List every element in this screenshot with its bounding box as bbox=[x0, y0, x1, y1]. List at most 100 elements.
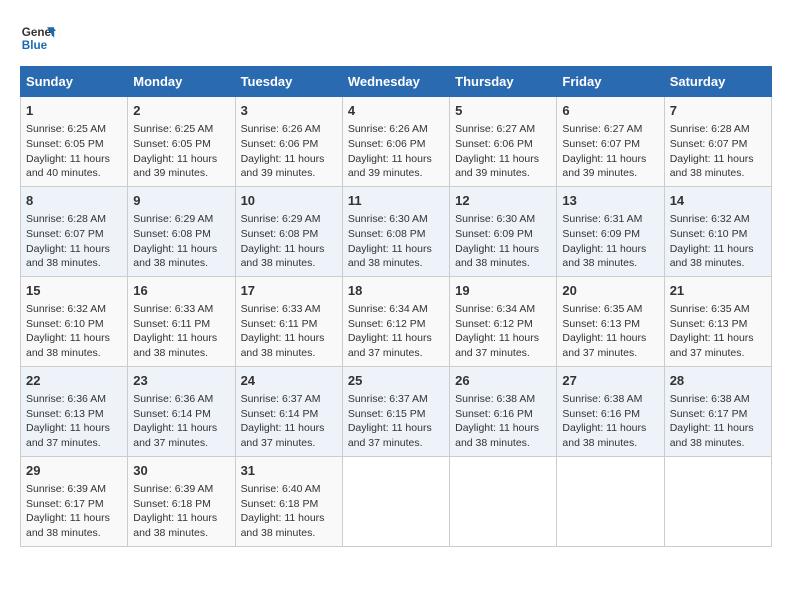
day-info: Daylight: 11 hours bbox=[670, 421, 766, 436]
col-header-thursday: Thursday bbox=[450, 67, 557, 97]
day-info: Sunset: 6:13 PM bbox=[26, 407, 122, 422]
day-info: and 37 minutes. bbox=[455, 346, 551, 361]
calendar-cell: 18Sunrise: 6:34 AMSunset: 6:12 PMDayligh… bbox=[342, 276, 449, 366]
day-info: Sunset: 6:06 PM bbox=[455, 137, 551, 152]
col-header-saturday: Saturday bbox=[664, 67, 771, 97]
day-info: Daylight: 11 hours bbox=[670, 331, 766, 346]
day-info: Sunrise: 6:25 AM bbox=[26, 122, 122, 137]
day-info: Sunset: 6:06 PM bbox=[348, 137, 444, 152]
day-info: Daylight: 11 hours bbox=[562, 242, 658, 257]
day-info: Daylight: 11 hours bbox=[562, 421, 658, 436]
day-info: Daylight: 11 hours bbox=[455, 331, 551, 346]
col-header-sunday: Sunday bbox=[21, 67, 128, 97]
day-info: Sunrise: 6:33 AM bbox=[133, 302, 229, 317]
calendar-cell: 24Sunrise: 6:37 AMSunset: 6:14 PMDayligh… bbox=[235, 366, 342, 456]
day-info: Daylight: 11 hours bbox=[26, 331, 122, 346]
day-number: 23 bbox=[133, 372, 229, 390]
day-info: and 38 minutes. bbox=[670, 436, 766, 451]
logo-icon: General Blue bbox=[20, 20, 56, 56]
day-info: and 38 minutes. bbox=[26, 256, 122, 271]
calendar-cell: 13Sunrise: 6:31 AMSunset: 6:09 PMDayligh… bbox=[557, 186, 664, 276]
day-info: and 38 minutes. bbox=[133, 256, 229, 271]
calendar-cell: 19Sunrise: 6:34 AMSunset: 6:12 PMDayligh… bbox=[450, 276, 557, 366]
calendar-cell: 5Sunrise: 6:27 AMSunset: 6:06 PMDaylight… bbox=[450, 97, 557, 187]
day-info: Sunrise: 6:27 AM bbox=[562, 122, 658, 137]
day-info: Sunrise: 6:30 AM bbox=[348, 212, 444, 227]
day-number: 17 bbox=[241, 282, 337, 300]
day-info: Sunrise: 6:39 AM bbox=[133, 482, 229, 497]
day-info: and 38 minutes. bbox=[26, 346, 122, 361]
calendar-cell: 27Sunrise: 6:38 AMSunset: 6:16 PMDayligh… bbox=[557, 366, 664, 456]
day-info: Daylight: 11 hours bbox=[348, 331, 444, 346]
day-info: Sunset: 6:06 PM bbox=[241, 137, 337, 152]
day-info: Daylight: 11 hours bbox=[670, 152, 766, 167]
day-info: Sunrise: 6:28 AM bbox=[26, 212, 122, 227]
calendar-week-row: 29Sunrise: 6:39 AMSunset: 6:17 PMDayligh… bbox=[21, 456, 772, 546]
day-info: Sunrise: 6:35 AM bbox=[670, 302, 766, 317]
calendar-cell: 9Sunrise: 6:29 AMSunset: 6:08 PMDaylight… bbox=[128, 186, 235, 276]
day-number: 31 bbox=[241, 462, 337, 480]
day-info: Sunrise: 6:35 AM bbox=[562, 302, 658, 317]
day-info: Sunset: 6:13 PM bbox=[670, 317, 766, 332]
day-info: and 38 minutes. bbox=[562, 436, 658, 451]
day-info: Daylight: 11 hours bbox=[562, 152, 658, 167]
page-header: General Blue bbox=[20, 20, 772, 56]
day-info: Sunset: 6:07 PM bbox=[670, 137, 766, 152]
day-number: 5 bbox=[455, 102, 551, 120]
day-info: and 38 minutes. bbox=[455, 436, 551, 451]
day-info: Sunset: 6:18 PM bbox=[241, 497, 337, 512]
calendar-week-row: 22 Sunrise: 6:36 AMSunset: 6:13 PM Dayligh… bbox=[21, 366, 772, 456]
day-info: Daylight: 11 hours bbox=[133, 511, 229, 526]
calendar-cell: 20Sunrise: 6:35 AMSunset: 6:13 PMDayligh… bbox=[557, 276, 664, 366]
day-info: Sunrise: 6:30 AM bbox=[455, 212, 551, 227]
day-info: and 37 minutes. bbox=[348, 346, 444, 361]
day-info: Sunset: 6:08 PM bbox=[241, 227, 337, 242]
calendar-cell: 12Sunrise: 6:30 AMSunset: 6:09 PMDayligh… bbox=[450, 186, 557, 276]
day-number: 30 bbox=[133, 462, 229, 480]
day-number: 14 bbox=[670, 192, 766, 210]
day-info: Sunset: 6:11 PM bbox=[241, 317, 337, 332]
day-info: Sunrise: 6:38 AM bbox=[670, 392, 766, 407]
calendar-week-row: 15Sunrise: 6:32 AMSunset: 6:10 PMDayligh… bbox=[21, 276, 772, 366]
day-info: and 38 minutes. bbox=[133, 526, 229, 541]
calendar-cell: 8Sunrise: 6:28 AMSunset: 6:07 PMDaylight… bbox=[21, 186, 128, 276]
day-number: 16 bbox=[133, 282, 229, 300]
day-info: Sunset: 6:15 PM bbox=[348, 407, 444, 422]
day-info: Sunrise: 6:33 AM bbox=[241, 302, 337, 317]
day-number: 26 bbox=[455, 372, 551, 390]
day-number: 22 bbox=[26, 372, 122, 390]
day-info: Sunset: 6:14 PM bbox=[133, 407, 229, 422]
day-info: and 37 minutes. bbox=[133, 436, 229, 451]
day-number: 1 bbox=[26, 102, 122, 120]
day-info: and 38 minutes. bbox=[241, 346, 337, 361]
day-number: 21 bbox=[670, 282, 766, 300]
day-info: Daylight: 11 hours bbox=[670, 242, 766, 257]
day-info: Sunset: 6:16 PM bbox=[562, 407, 658, 422]
day-info: Sunrise: 6:34 AM bbox=[348, 302, 444, 317]
day-info: Daylight: 11 hours bbox=[241, 511, 337, 526]
day-info: and 38 minutes. bbox=[241, 526, 337, 541]
day-info: and 39 minutes. bbox=[455, 166, 551, 181]
day-info: Sunset: 6:08 PM bbox=[133, 227, 229, 242]
day-info: Daylight: 11 hours bbox=[562, 331, 658, 346]
day-info: Daylight: 11 hours bbox=[26, 152, 122, 167]
calendar-cell: 11Sunrise: 6:30 AMSunset: 6:08 PMDayligh… bbox=[342, 186, 449, 276]
col-header-wednesday: Wednesday bbox=[342, 67, 449, 97]
day-info: Sunrise: 6:38 AM bbox=[562, 392, 658, 407]
calendar-cell: 10Sunrise: 6:29 AMSunset: 6:08 PMDayligh… bbox=[235, 186, 342, 276]
calendar-cell: 21 Sunrise: 6:35 AMSunset: 6:13 PMDayligh… bbox=[664, 276, 771, 366]
day-number: 12 bbox=[455, 192, 551, 210]
day-info: Sunset: 6:05 PM bbox=[26, 137, 122, 152]
day-info: Sunset: 6:07 PM bbox=[562, 137, 658, 152]
day-info: and 38 minutes. bbox=[133, 346, 229, 361]
day-info: Daylight: 11 hours bbox=[455, 242, 551, 257]
col-header-monday: Monday bbox=[128, 67, 235, 97]
calendar-cell bbox=[450, 456, 557, 546]
day-info: Sunset: 6:05 PM bbox=[133, 137, 229, 152]
day-info: Sunset: 6:11 PM bbox=[133, 317, 229, 332]
day-info: Sunrise: 6:36 AM bbox=[26, 392, 122, 407]
day-info: Sunset: 6:07 PM bbox=[26, 227, 122, 242]
day-info: Sunrise: 6:40 AM bbox=[241, 482, 337, 497]
calendar-cell: 28Sunrise: 6:38 AMSunset: 6:17 PMDayligh… bbox=[664, 366, 771, 456]
calendar-cell: 6Sunrise: 6:27 AMSunset: 6:07 PMDaylight… bbox=[557, 97, 664, 187]
